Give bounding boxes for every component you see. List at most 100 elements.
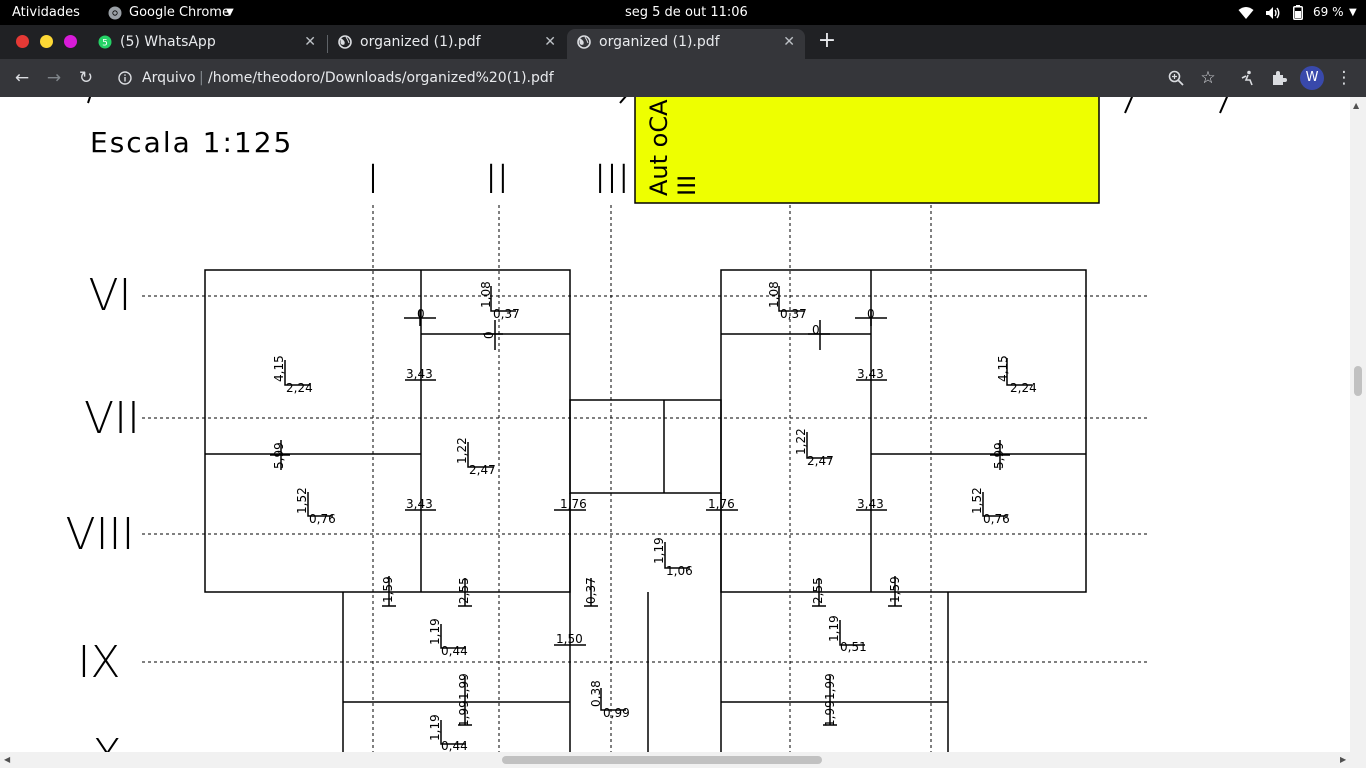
window-close-button[interactable] <box>16 35 29 48</box>
accessibility-icon[interactable] <box>1236 66 1260 90</box>
moment-value: 1,22 <box>794 428 808 455</box>
scroll-left-arrow-icon[interactable]: ◀ <box>4 755 10 764</box>
moment-value: 0 <box>812 323 820 337</box>
tab-pdf-active[interactable]: organized (1).pdf ✕ <box>567 29 805 59</box>
autocad-box-text: Aut oCA <box>645 99 673 196</box>
scroll-right-arrow-icon[interactable]: ▶ <box>1340 755 1346 764</box>
wifi-icon[interactable] <box>1238 0 1254 25</box>
close-icon[interactable]: ✕ <box>304 29 316 55</box>
row-label: VI <box>88 270 131 321</box>
row-label: VIII <box>65 509 134 560</box>
zoom-icon[interactable] <box>1164 66 1188 90</box>
moment-value: 1,08 <box>767 281 781 308</box>
moment-value: 1,99 <box>823 673 837 700</box>
moment-value: 1,59 <box>888 576 902 603</box>
svg-text:5: 5 <box>102 39 108 49</box>
pdf-viewport[interactable]: Escala 1:125 I II III VI VII VIII IX X A… <box>0 97 1366 752</box>
moment-value: 1,76 <box>708 497 735 511</box>
moment-value: 3,43 <box>406 497 433 511</box>
column-label: III <box>594 157 629 203</box>
chrome-icon <box>108 6 122 20</box>
volume-icon[interactable] <box>1265 0 1281 25</box>
moment-value: 1,99 <box>457 673 471 700</box>
whatsapp-icon: 5 <box>98 35 112 49</box>
moment-value: 3,43 <box>406 367 433 381</box>
app-name: Google Chrome <box>129 5 230 20</box>
moment-value: 4,15 <box>272 355 286 382</box>
moment-value: 0,99 <box>603 706 630 720</box>
moment-value: 0,38 <box>589 680 603 707</box>
vertical-scrollbar[interactable]: ▲ <box>1350 97 1366 752</box>
window-maximize-button[interactable] <box>64 35 77 48</box>
moment-value: 0,37 <box>780 307 807 321</box>
back-icon[interactable]: ← <box>10 66 34 90</box>
moment-value: 1,99 <box>823 700 837 727</box>
moment-value: 5,99 <box>992 442 1006 469</box>
forward-icon[interactable]: → <box>42 66 66 90</box>
scale-label: Escala 1:125 <box>90 126 293 159</box>
moment-value: 2,47 <box>469 463 496 477</box>
moment-value: 1,59 <box>381 576 395 603</box>
profile-avatar[interactable]: W <box>1300 66 1324 90</box>
app-menu[interactable]: Google Chrome ▼ <box>108 0 238 25</box>
moment-value: 0,51 <box>840 640 867 654</box>
autocad-box-text: III <box>673 175 701 196</box>
moment-value: 0,37 <box>584 577 598 604</box>
moment-value: 0,37 <box>493 307 520 321</box>
column-label: I <box>367 157 379 203</box>
moment-value: 5,99 <box>272 442 286 469</box>
scroll-up-arrow-icon[interactable]: ▲ <box>1353 101 1359 110</box>
moment-value: 1,52 <box>295 487 309 514</box>
system-menu-chevron-icon[interactable]: ▼ <box>1349 0 1357 25</box>
moment-value: 0,76 <box>309 512 336 526</box>
moment-value: 1,76 <box>560 497 587 511</box>
activities-button[interactable]: Atividades <box>12 0 80 25</box>
url-field[interactable]: /home/theodoro/Downloads/organized%20(1)… <box>208 68 554 88</box>
moment-value: 4,15 <box>996 355 1010 382</box>
horizontal-scroll-thumb[interactable] <box>502 756 822 764</box>
vertical-scroll-thumb[interactable] <box>1354 366 1362 396</box>
row-label: X <box>92 730 122 752</box>
new-tab-button[interactable]: + <box>814 28 840 54</box>
chevron-down-icon: ▼ <box>226 7 234 18</box>
globe-icon <box>577 35 591 49</box>
moment-value: 1,99 <box>457 700 471 727</box>
tab-whatsapp[interactable]: 5 (5) WhatsApp ✕ <box>88 29 326 59</box>
battery-icon[interactable] <box>1293 0 1305 25</box>
close-icon[interactable]: ✕ <box>783 29 795 55</box>
site-info-label[interactable]: Arquivo <box>142 68 196 88</box>
moment-value: 0,76 <box>983 512 1010 526</box>
structural-drawing: Escala 1:125 I II III VI VII VIII IX X A… <box>65 97 1229 752</box>
moment-value: 2,55 <box>811 577 825 604</box>
tab-strip: 5 (5) WhatsApp ✕ organized (1).pdf ✕ org… <box>0 25 1366 59</box>
moment-value: 2,55 <box>457 577 471 604</box>
moment-value: 1,08 <box>479 281 493 308</box>
moment-value: 1,06 <box>666 564 693 578</box>
moment-value: 2,47 <box>807 454 834 468</box>
moment-value: 1,19 <box>428 714 442 741</box>
moment-value: 1,52 <box>970 487 984 514</box>
extensions-icon[interactable] <box>1267 66 1291 90</box>
tab-pdf[interactable]: organized (1).pdf ✕ <box>328 29 566 59</box>
bookmark-star-icon[interactable]: ☆ <box>1196 66 1220 90</box>
moment-value: 0 <box>417 307 425 321</box>
moment-value: 1,19 <box>652 537 666 564</box>
battery-percent: 69 % <box>1313 5 1344 19</box>
moment-value: 1,22 <box>455 437 469 464</box>
tab-title: organized (1).pdf <box>360 34 481 50</box>
moment-value: 3,43 <box>857 497 884 511</box>
horizontal-scrollbar[interactable]: ◀ ▶ <box>0 752 1366 768</box>
row-label: VII <box>84 393 140 444</box>
moment-value: 1,19 <box>428 618 442 645</box>
moment-value: 1,50 <box>556 632 583 646</box>
clock[interactable]: seg 5 de out 11:06 <box>625 0 748 25</box>
column-label: II <box>485 157 509 203</box>
window-minimize-button[interactable] <box>40 35 53 48</box>
menu-icon[interactable]: ⋮ <box>1332 66 1356 90</box>
moment-value: 2,24 <box>286 381 313 395</box>
close-icon[interactable]: ✕ <box>544 29 556 55</box>
reload-icon[interactable]: ↻ <box>74 66 98 90</box>
info-icon[interactable] <box>118 68 134 88</box>
moment-value: 3,43 <box>857 367 884 381</box>
moment-value: 1,19 <box>827 615 841 642</box>
